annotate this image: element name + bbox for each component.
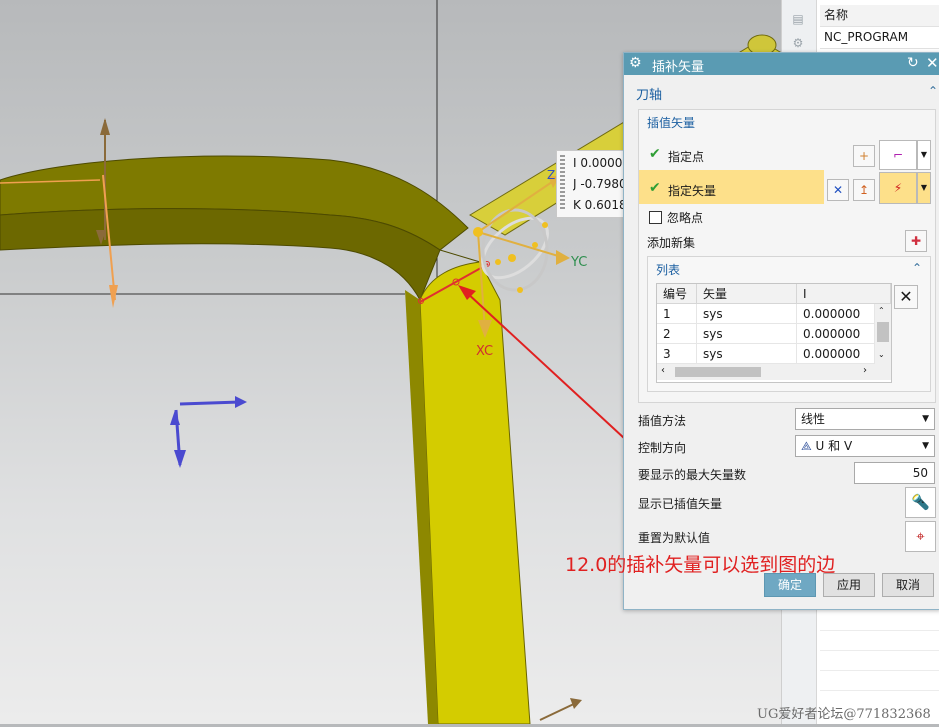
close-icon[interactable]: ✕ — [926, 54, 939, 72]
column-header-number[interactable]: 编号 — [657, 284, 697, 304]
max-vectors-input[interactable]: 50 — [854, 462, 935, 484]
tool-icon[interactable]: ⚙ — [790, 36, 806, 50]
control-direction-label: 控制方向 — [638, 441, 687, 455]
interp-method-label: 插值方法 — [638, 414, 687, 428]
table-cell[interactable]: 1 — [657, 304, 697, 324]
collapse-icon[interactable]: ⌃ — [928, 84, 938, 98]
navigator-icon[interactable]: ▤ — [790, 12, 806, 26]
dialog-titlebar[interactable]: ⚙ 插补矢量 ↻ ✕ — [624, 53, 939, 75]
dialog-title: 插补矢量 — [652, 60, 705, 75]
reset-default-button[interactable]: ⌖ — [905, 521, 936, 552]
axis-label-xc: XC — [476, 344, 494, 359]
ignore-point-label: 忽略点 — [667, 211, 704, 225]
navigator-item-nc-program[interactable]: NC_PROGRAM — [820, 27, 939, 49]
check-icon: ✔ — [649, 146, 661, 162]
specify-vector-label: 指定矢量 — [668, 184, 717, 198]
part-leg-face — [419, 261, 531, 725]
interp-method-select[interactable]: 线性 ▼ — [795, 408, 935, 430]
vertical-scrollbar[interactable]: ⌃ ⌄ — [875, 304, 891, 364]
annotation-text: 12.0的插补矢量可以选到图的边 — [565, 554, 836, 576]
table-cell[interactable]: 0.000000 — [797, 304, 875, 324]
table-cell[interactable]: sys — [697, 304, 797, 324]
cancel-button[interactable]: 取消 — [882, 573, 934, 597]
table-cell[interactable]: sys — [697, 344, 797, 364]
axis-label-zc: Z — [547, 168, 556, 182]
chevron-down-icon: ▼ — [922, 414, 929, 424]
max-vectors-label: 要显示的最大矢量数 — [638, 468, 747, 482]
delete-vector-button[interactable]: ✕ — [894, 285, 918, 309]
table-cell[interactable]: 3 — [657, 344, 697, 364]
table-cell[interactable]: 0.000000 — [797, 344, 875, 364]
vector-type-button[interactable]: ⚡ — [879, 172, 917, 204]
chevron-down-icon: ▼ — [922, 441, 929, 451]
watermark: UG爱好者论坛@771832368 — [757, 707, 931, 722]
add-new-set-label: 添加新集 — [647, 236, 696, 250]
list-title: 列表 — [656, 263, 681, 277]
uv-icon: ⟁ — [801, 439, 816, 453]
table-cell[interactable]: 0.000000 — [797, 324, 875, 344]
navigator-column-header[interactable]: 名称 — [820, 5, 939, 27]
vector-arrow — [179, 400, 241, 406]
vector-list-table[interactable]: 编号 矢量 I 1 sys 0.000000 2 sys 0.000000 3 … — [656, 283, 892, 383]
list-group: 列表 ⌃ 编号 矢量 I 1 sys 0.000000 2 sys 0.0000… — [647, 256, 931, 392]
collapse-icon[interactable]: ⌃ — [912, 261, 922, 275]
coord-j: J -0.7980 — [573, 177, 627, 191]
table-cell[interactable]: sys — [697, 324, 797, 344]
reset-icon[interactable]: ↻ — [907, 55, 919, 71]
group-interp-title: 插值矢量 — [647, 116, 696, 130]
check-icon: ✔ — [649, 180, 661, 196]
ignore-point-checkbox[interactable] — [649, 211, 662, 224]
horizontal-scrollbar[interactable]: ‹ › — [657, 364, 891, 380]
show-interpolated-button[interactable]: 🔦 — [905, 487, 936, 518]
vector-coordinate-readout[interactable]: I 0.00000 J -0.7980 K 0.6018 — [556, 150, 630, 218]
add-new-set-button[interactable]: ✚ — [905, 230, 927, 252]
vector-dropdown-arrow[interactable]: ▼ — [917, 172, 931, 204]
part-side-face — [0, 208, 441, 302]
specify-vector-row[interactable] — [639, 170, 824, 204]
interp-method-value: 线性 — [801, 412, 826, 426]
show-interp-label: 显示已插值矢量 — [638, 497, 723, 511]
vector-dialog-button[interactable]: ↥ — [853, 179, 875, 201]
point-type-button[interactable]: ⌐ — [879, 140, 917, 170]
axis-label-yc: YC — [571, 255, 588, 270]
gear-icon: ⚙ — [629, 55, 642, 71]
reset-default-label: 重置为默认值 — [638, 531, 711, 545]
section-tool-axis[interactable]: 刀轴 — [636, 84, 662, 103]
point-dialog-button[interactable]: + — [853, 145, 875, 167]
drag-handle[interactable] — [560, 155, 565, 211]
table-cell[interactable]: 2 — [657, 324, 697, 344]
reverse-direction-button[interactable]: ✕ — [827, 179, 849, 201]
column-header-i[interactable]: I — [797, 284, 891, 304]
specify-point-label: 指定点 — [668, 150, 705, 164]
coord-k: K 0.6018 — [573, 198, 627, 212]
column-header-vector[interactable]: 矢量 — [697, 284, 797, 304]
interpolate-vector-dialog: ⚙ 插补矢量 ↻ ✕ 刀轴 ⌃ 插值矢量 ✔ 指定点 + ⌐ ▼ ✔ 指定矢量 … — [623, 52, 939, 610]
point-dropdown-arrow[interactable]: ▼ — [917, 140, 931, 170]
interp-vector-group: 插值矢量 ✔ 指定点 + ⌐ ▼ ✔ 指定矢量 ✕ ↥ ⚡ ▼ 忽略点 添加新集… — [638, 109, 936, 403]
control-direction-select[interactable]: ⟁ U 和 V ▼ — [795, 435, 935, 457]
control-direction-value: U 和 V — [815, 439, 853, 453]
coord-i: I 0.00000 — [573, 156, 629, 170]
